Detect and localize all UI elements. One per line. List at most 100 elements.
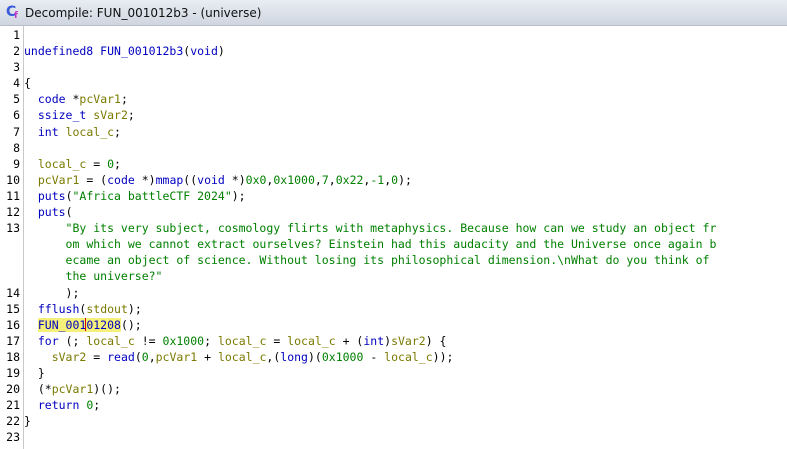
code-token[interactable]: code (38, 92, 66, 106)
code-token[interactable]: ( (66, 205, 73, 219)
code-line[interactable]: 10 pcVar1 = (code *)mmap((void *)0x0,0x1… (0, 172, 787, 188)
code-token[interactable]: sVar2 (52, 350, 87, 364)
code-line[interactable]: 13 "By its very subject, cosmology flirt… (0, 220, 787, 236)
code-text[interactable]: "By its very subject, cosmology flirts w… (24, 220, 717, 236)
code-token[interactable]: )); (433, 350, 454, 364)
code-text[interactable]: ssize_t sVar2; (24, 107, 135, 123)
code-token[interactable]: FUN_001012b3 (100, 44, 183, 58)
code-token[interactable]: = (86, 350, 107, 364)
code-text[interactable]: om which we cannot extract ourselves? Ei… (24, 236, 717, 252)
code-token[interactable]: void (190, 44, 218, 58)
code-token[interactable]: local_c (86, 334, 134, 348)
code-token[interactable]: sVar2 (93, 108, 128, 122)
code-token[interactable]: (); (121, 318, 142, 332)
code-text[interactable]: puts( (24, 204, 73, 220)
code-token[interactable] (24, 125, 38, 139)
code-token[interactable]: mmap (156, 173, 184, 187)
code-token[interactable]: 0 (107, 157, 114, 171)
code-text[interactable]: undefined8 FUN_001012b3(void) (24, 43, 225, 59)
code-token[interactable]: *) (225, 173, 246, 187)
code-text[interactable]: ); (24, 285, 80, 301)
code-token[interactable]: (( (183, 173, 197, 187)
code-token[interactable]: ; (93, 398, 100, 412)
code-line[interactable]: 18 sVar2 = read(0,pcVar1 + local_c,(long… (0, 349, 787, 365)
code-token[interactable] (24, 350, 52, 364)
code-token[interactable]: ); (128, 302, 142, 316)
code-token[interactable]: ); (66, 286, 80, 300)
code-token[interactable]: 7 (322, 173, 329, 187)
code-token[interactable]: ecame an object of science. Without losi… (66, 253, 710, 267)
code-token[interactable]: local_c (218, 334, 266, 348)
code-token[interactable]: local_c (66, 125, 114, 139)
code-token[interactable]: stdout (86, 302, 128, 316)
code-token[interactable]: (; (59, 334, 87, 348)
code-line[interactable]: 15 fflush(stdout); (0, 301, 787, 317)
code-token[interactable]: ; (114, 125, 121, 139)
code-line[interactable]: 9 local_c = 0; (0, 156, 787, 172)
code-token[interactable]: ; (121, 92, 128, 106)
code-token[interactable] (24, 173, 38, 187)
code-token[interactable]: "Africa battleCTF 2024" (73, 189, 232, 203)
code-token[interactable] (24, 108, 38, 122)
code-token[interactable]: pcVar1 (156, 350, 198, 364)
code-line[interactable]: 5 code *pcVar1; (0, 91, 787, 107)
code-line[interactable]: 16 FUN_00101208(); (0, 317, 787, 333)
code-token[interactable]: *) (135, 173, 156, 187)
code-text[interactable]: local_c = 0; (24, 156, 121, 172)
code-token[interactable]: , (149, 350, 156, 364)
code-token[interactable]: ); (232, 189, 246, 203)
code-token[interactable] (24, 334, 38, 348)
code-text[interactable]: sVar2 = read(0,pcVar1 + local_c,(long)(0… (24, 349, 454, 365)
code-token[interactable]: the universe?" (66, 269, 163, 283)
code-token[interactable]: = ( (79, 173, 107, 187)
code-line[interactable]: 19 } (0, 365, 787, 381)
code-token[interactable]: )(); (93, 382, 121, 396)
code-token[interactable]: + ( (336, 334, 364, 348)
code-token[interactable]: void (197, 173, 225, 187)
code-token[interactable]: (* (24, 382, 52, 396)
code-token[interactable] (24, 141, 38, 155)
code-line[interactable]: 8 (0, 140, 787, 156)
code-line[interactable]: 17 for (; local_c != 0x1000; local_c = l… (0, 333, 787, 349)
code-token[interactable]: long (280, 350, 308, 364)
code-token[interactable]: = (266, 334, 287, 348)
code-token[interactable] (24, 398, 38, 412)
code-line[interactable]: 3 (0, 59, 787, 75)
code-line[interactable]: 6 ssize_t sVar2; (0, 107, 787, 123)
code-token[interactable]: sVar2 (391, 334, 426, 348)
code-text[interactable]: return 0; (24, 397, 100, 413)
code-token[interactable]: ) (218, 44, 225, 58)
code-token[interactable]: 0 (142, 350, 149, 364)
code-token[interactable]: ,( (266, 350, 280, 364)
code-text[interactable]: fflush(stdout); (24, 301, 142, 317)
code-text[interactable]: the universe?" (24, 268, 163, 284)
code-token[interactable]: for (38, 334, 59, 348)
code-token[interactable]: local_c (218, 350, 266, 364)
code-token[interactable]: != (135, 334, 163, 348)
code-token[interactable]: ); (398, 173, 412, 187)
code-token[interactable]: ; (128, 108, 135, 122)
code-token[interactable] (24, 157, 38, 171)
code-token[interactable]: )( (308, 350, 322, 364)
code-token[interactable]: * (66, 92, 79, 106)
code-line[interactable]: the universe?" (0, 268, 787, 284)
code-token[interactable]: , (329, 173, 336, 187)
code-token[interactable] (24, 205, 38, 219)
code-token[interactable] (24, 269, 66, 283)
code-token[interactable]: + (197, 350, 218, 364)
code-token[interactable]: = (86, 157, 107, 171)
code-token[interactable]: ssize_t (38, 108, 86, 122)
code-token[interactable]: puts (38, 189, 66, 203)
code-token[interactable]: ( (135, 350, 142, 364)
code-line[interactable]: 1 (0, 27, 787, 43)
code-token[interactable]: undefined8 (24, 44, 100, 58)
code-text[interactable]: (*pcVar1)(); (24, 381, 121, 397)
code-token[interactable]: pcVar1 (52, 382, 94, 396)
code-token[interactable]: 0x0 (246, 173, 267, 187)
code-token[interactable]: local_c (38, 157, 86, 171)
code-line[interactable]: 22} (0, 413, 787, 429)
code-token[interactable]: return (38, 398, 80, 412)
code-text[interactable]: int local_c; (24, 124, 121, 140)
code-text[interactable]: } (24, 413, 31, 429)
code-token[interactable] (59, 125, 66, 139)
